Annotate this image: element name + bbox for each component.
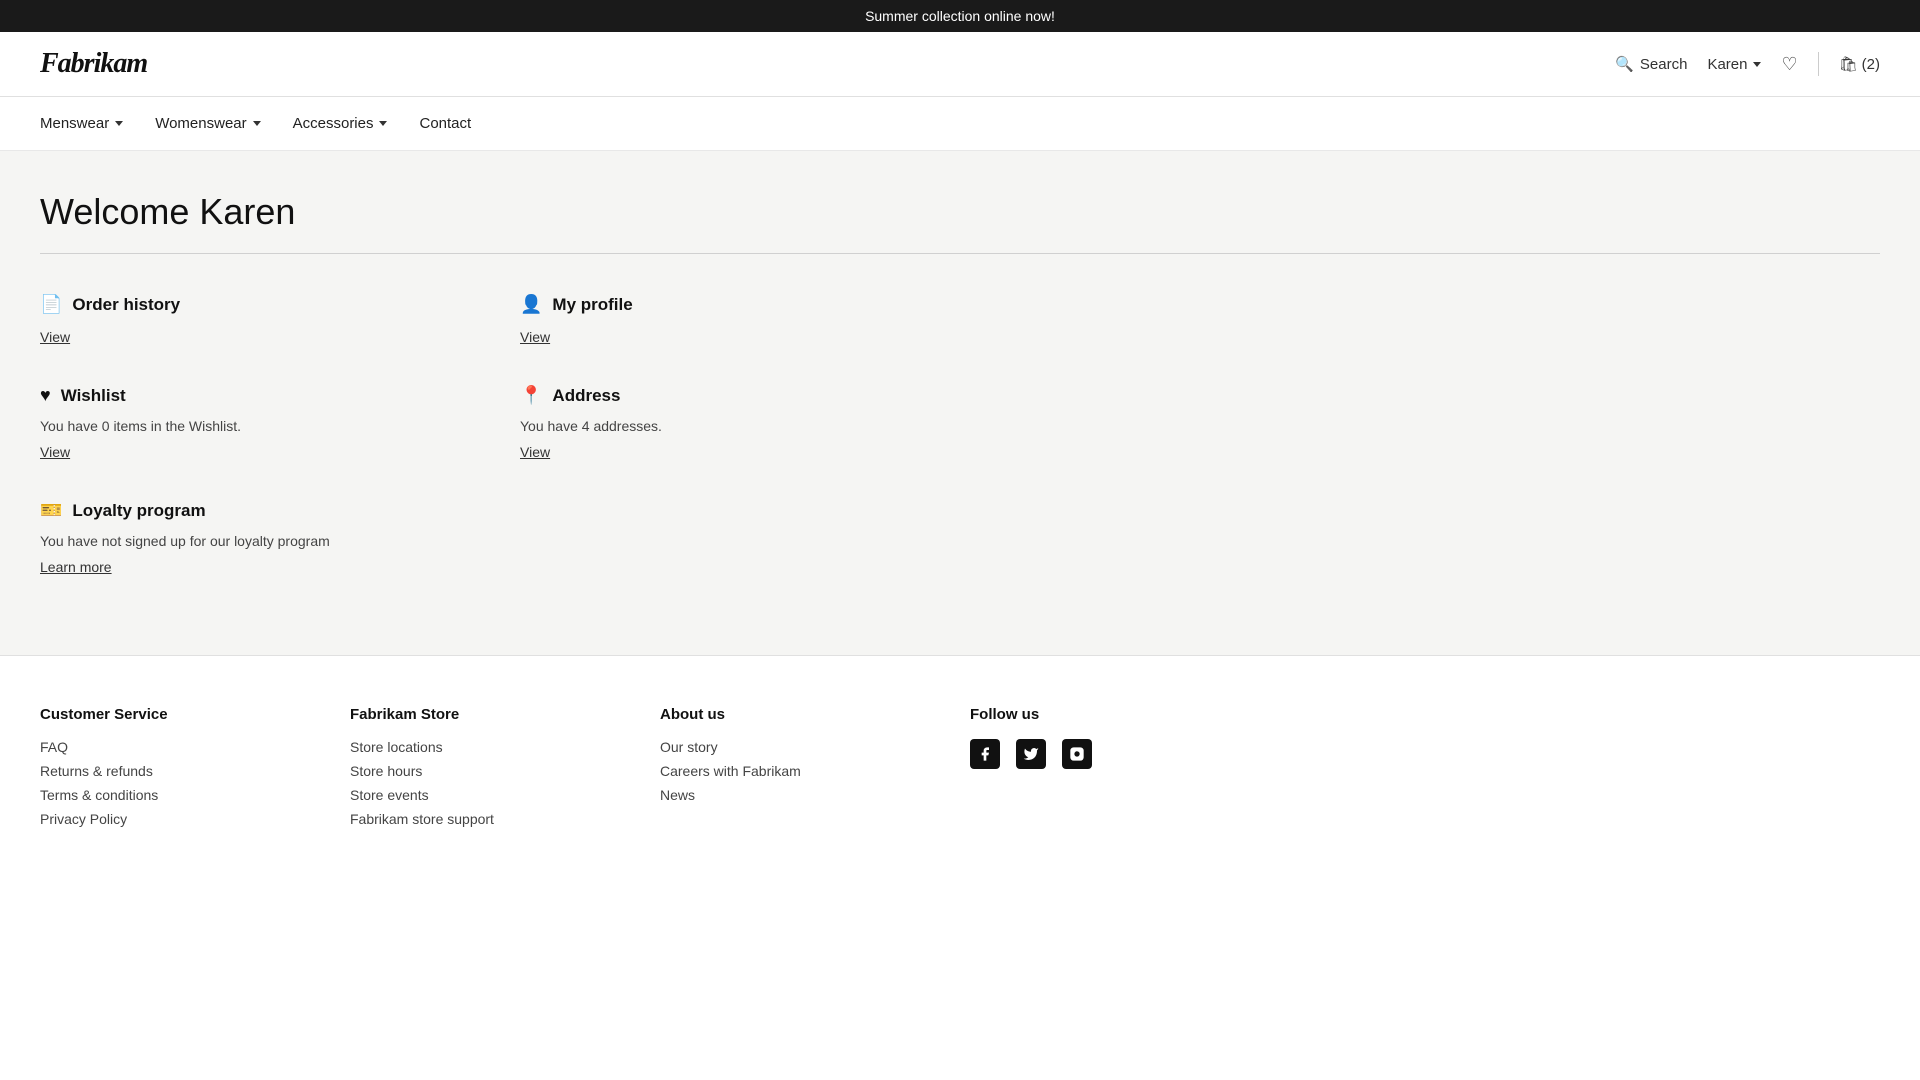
footer-follow-title: Follow us xyxy=(970,706,1240,723)
footer-link-store-support[interactable]: Fabrikam store support xyxy=(350,811,620,827)
footer-about: About us Our story Careers with Fabrikam… xyxy=(660,706,930,835)
address-title: 📍 Address xyxy=(520,385,940,406)
nav-label-accessories: Accessories xyxy=(293,115,374,132)
address-view-link[interactable]: View xyxy=(520,444,940,460)
welcome-title: Welcome Karen xyxy=(40,191,1880,233)
footer-link-careers[interactable]: Careers with Fabrikam xyxy=(660,763,930,779)
footer-grid: Customer Service FAQ Returns & refunds T… xyxy=(40,706,1240,835)
title-divider xyxy=(40,253,1880,254)
footer-link-news[interactable]: News xyxy=(660,787,930,803)
banner-text: Summer collection online now! xyxy=(865,8,1055,24)
social-icons xyxy=(970,739,1240,769)
nav-item-contact[interactable]: Contact xyxy=(419,97,471,150)
footer-about-title: About us xyxy=(660,706,930,723)
wishlist-icon: ♥ xyxy=(40,385,51,406)
footer-link-terms[interactable]: Terms & conditions xyxy=(40,787,310,803)
user-label: Karen xyxy=(1707,56,1747,73)
nav-item-womenswear[interactable]: Womenswear xyxy=(155,97,260,150)
account-grid: 📄 Order history View 👤 My profile View ♥… xyxy=(40,294,940,575)
loyalty-learn-more-link[interactable]: Learn more xyxy=(40,559,460,575)
footer: Customer Service FAQ Returns & refunds T… xyxy=(0,655,1920,875)
wishlist-section: ♥ Wishlist You have 0 items in the Wishl… xyxy=(40,385,460,460)
address-section: 📍 Address You have 4 addresses. View xyxy=(520,385,940,460)
order-history-section: 📄 Order history View xyxy=(40,294,460,345)
loyalty-section: 🎫 Loyalty program You have not signed up… xyxy=(40,500,460,575)
cart-icon: 🛍 xyxy=(1839,55,1858,73)
nav-label-womenswear: Womenswear xyxy=(155,115,246,132)
footer-store-title: Fabrikam Store xyxy=(350,706,620,723)
order-history-view-link[interactable]: View xyxy=(40,329,460,345)
user-menu[interactable]: Karen xyxy=(1707,56,1761,73)
instagram-icon[interactable] xyxy=(1062,739,1092,769)
search-icon: 🔍 xyxy=(1615,55,1634,73)
loyalty-icon: 🎫 xyxy=(40,500,62,521)
chevron-down-icon xyxy=(115,121,123,126)
order-history-title: 📄 Order history xyxy=(40,294,460,315)
loyalty-text: You have not signed up for our loyalty p… xyxy=(40,533,460,549)
footer-link-store-locations[interactable]: Store locations xyxy=(350,739,620,755)
footer-link-our-story[interactable]: Our story xyxy=(660,739,930,755)
main-nav: Menswear Womenswear Accessories Contact xyxy=(0,97,1920,151)
order-history-icon: 📄 xyxy=(40,294,62,315)
heart-icon: ♡ xyxy=(1781,54,1797,74)
footer-link-returns[interactable]: Returns & refunds xyxy=(40,763,310,779)
search-label: Search xyxy=(1640,56,1688,73)
my-profile-title: 👤 My profile xyxy=(520,294,940,315)
twitter-icon[interactable] xyxy=(1016,739,1046,769)
my-profile-section: 👤 My profile View xyxy=(520,294,940,345)
nav-label-menswear: Menswear xyxy=(40,115,109,132)
my-profile-view-link[interactable]: View xyxy=(520,329,940,345)
search-button[interactable]: 🔍 Search xyxy=(1615,55,1687,73)
facebook-icon[interactable] xyxy=(970,739,1000,769)
profile-icon: 👤 xyxy=(520,294,542,315)
address-text: You have 4 addresses. xyxy=(520,418,940,434)
footer-customer-service-title: Customer Service xyxy=(40,706,310,723)
nav-label-contact: Contact xyxy=(419,115,471,132)
logo[interactable]: Fabrikam xyxy=(40,48,147,80)
wishlist-text: You have 0 items in the Wishlist. xyxy=(40,418,460,434)
footer-follow: Follow us xyxy=(970,706,1240,835)
nav-item-accessories[interactable]: Accessories xyxy=(293,97,388,150)
header-divider xyxy=(1818,52,1819,76)
cart-count: (2) xyxy=(1862,56,1880,73)
chevron-down-icon xyxy=(379,121,387,126)
footer-link-faq[interactable]: FAQ xyxy=(40,739,310,755)
wishlist-button[interactable]: ♡ xyxy=(1781,54,1797,75)
cart-button[interactable]: 🛍 (2) xyxy=(1839,55,1880,73)
main-content: Welcome Karen 📄 Order history View 👤 My … xyxy=(0,151,1920,655)
header: Fabrikam 🔍 Search Karen ♡ 🛍 (2) xyxy=(0,32,1920,97)
footer-link-store-events[interactable]: Store events xyxy=(350,787,620,803)
address-icon: 📍 xyxy=(520,385,542,406)
chevron-down-icon xyxy=(253,121,261,126)
wishlist-view-link[interactable]: View xyxy=(40,444,460,460)
footer-link-privacy[interactable]: Privacy Policy xyxy=(40,811,310,827)
footer-customer-service: Customer Service FAQ Returns & refunds T… xyxy=(40,706,310,835)
header-right: 🔍 Search Karen ♡ 🛍 (2) xyxy=(1615,52,1880,76)
top-banner: Summer collection online now! xyxy=(0,0,1920,32)
nav-item-menswear[interactable]: Menswear xyxy=(40,97,123,150)
wishlist-title: ♥ Wishlist xyxy=(40,385,460,406)
loyalty-title: 🎫 Loyalty program xyxy=(40,500,460,521)
chevron-down-icon xyxy=(1753,62,1761,67)
footer-store: Fabrikam Store Store locations Store hou… xyxy=(350,706,620,835)
footer-link-store-hours[interactable]: Store hours xyxy=(350,763,620,779)
